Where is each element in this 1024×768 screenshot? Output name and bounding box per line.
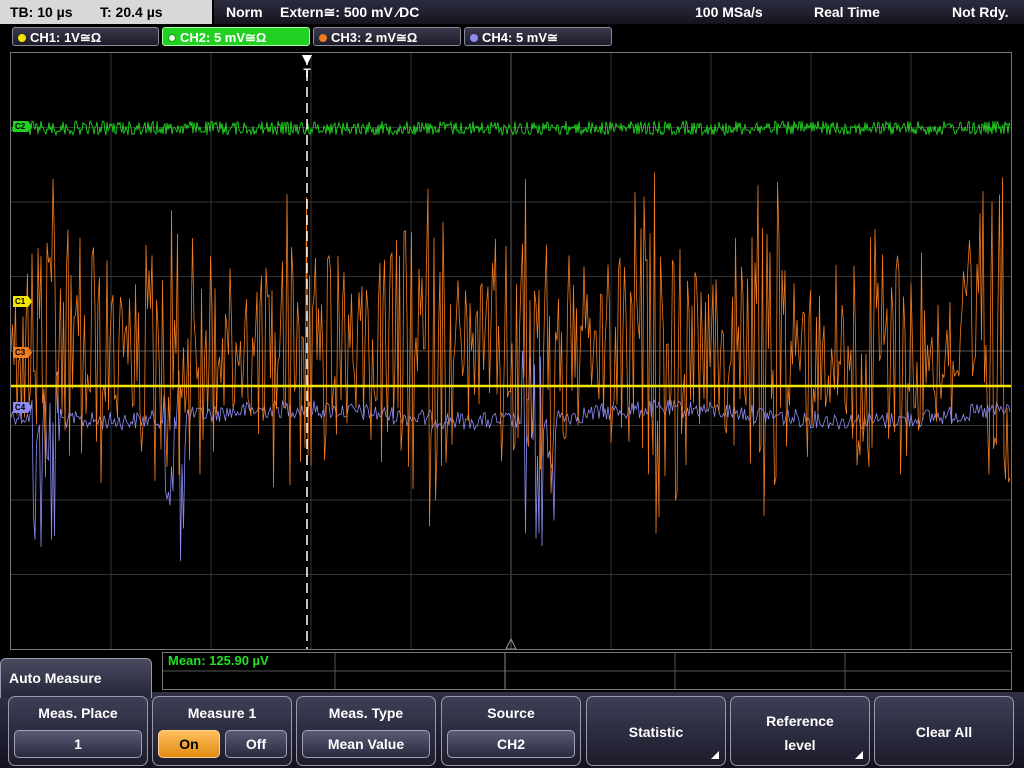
measurement-result: Mean: 125.90 µV — [168, 653, 269, 668]
reference-label-line2: level — [784, 737, 816, 753]
source-softkey[interactable]: Source CH2 — [441, 696, 581, 766]
trigger-time-value: T: 20.4 µs — [100, 4, 163, 20]
clear-all-softkey[interactable]: Clear All — [874, 696, 1014, 766]
ch2-color-icon — [168, 34, 176, 42]
trigger-marker-label: T — [303, 66, 311, 80]
source-value[interactable]: CH2 — [447, 730, 575, 758]
timebase-value: TB: 10 µs — [10, 4, 73, 20]
meas-type-label: Meas. Type — [328, 705, 404, 721]
channel-tab-ch1[interactable]: CH1: 1V≅Ω — [12, 27, 159, 46]
channel-tab-ch4[interactable]: CH4: 5 mV≅ — [464, 27, 612, 46]
trigger-source[interactable]: Extern≅: 500 mV ⁄DC — [280, 0, 419, 24]
ch1-label: CH1: 1V≅Ω — [30, 30, 102, 45]
menu-title: Auto Measure — [9, 670, 102, 686]
meas-place-label: Meas. Place — [38, 705, 118, 721]
meas-place-value[interactable]: 1 — [14, 730, 142, 758]
meas-type-softkey[interactable]: Meas. Type Mean Value — [296, 696, 436, 766]
measure-off-button[interactable]: Off — [225, 730, 287, 758]
meas-type-value[interactable]: Mean Value — [302, 730, 430, 758]
reference-level-softkey[interactable]: Reference level — [730, 696, 870, 766]
ch1-color-icon — [18, 34, 26, 42]
acquisition-status: Norm Extern≅: 500 mV ⁄DC 100 MSa/s Real … — [214, 0, 1024, 24]
sample-rate: 100 MSa/s — [695, 4, 763, 20]
trigger-mode[interactable]: Norm — [226, 0, 263, 24]
channel-tab-ch2[interactable]: CH2: 5 mV≅Ω — [162, 27, 310, 46]
waveform-display[interactable]: T — [10, 52, 1012, 650]
waveform-canvas: T — [11, 53, 1011, 649]
timebase-box[interactable]: TB: 10 µs T: 20.4 µs — [0, 0, 212, 24]
measure-label: Measure 1 — [187, 705, 257, 721]
ch4-label: CH4: 5 mV≅ — [482, 30, 558, 45]
ch4-color-icon — [470, 34, 478, 42]
measurement-panel — [162, 652, 1012, 690]
channel-tab-ch3[interactable]: CH3: 2 mV≅Ω — [313, 27, 461, 46]
measure-toggle-softkey[interactable]: Measure 1 On Off — [152, 696, 292, 766]
ch3-label: CH3: 2 mV≅Ω — [331, 30, 418, 45]
submenu-arrow-icon — [855, 751, 863, 759]
trigger-state: Not Rdy. — [952, 4, 1009, 20]
measure-on-button[interactable]: On — [158, 730, 220, 758]
reference-label-line1: Reference — [766, 713, 834, 729]
source-label: Source — [487, 705, 535, 721]
statistic-label: Statistic — [628, 724, 684, 740]
meas-place-softkey[interactable]: Meas. Place 1 — [8, 696, 148, 766]
statistic-softkey[interactable]: Statistic — [586, 696, 726, 766]
ch3-color-icon — [319, 34, 327, 42]
graticule — [11, 53, 1011, 649]
measurement-grid — [163, 653, 1011, 689]
clear-all-label: Clear All — [915, 724, 973, 740]
acquisition-mode: Real Time — [814, 4, 880, 20]
submenu-arrow-icon — [711, 751, 719, 759]
ch2-label: CH2: 5 mV≅Ω — [180, 30, 267, 45]
